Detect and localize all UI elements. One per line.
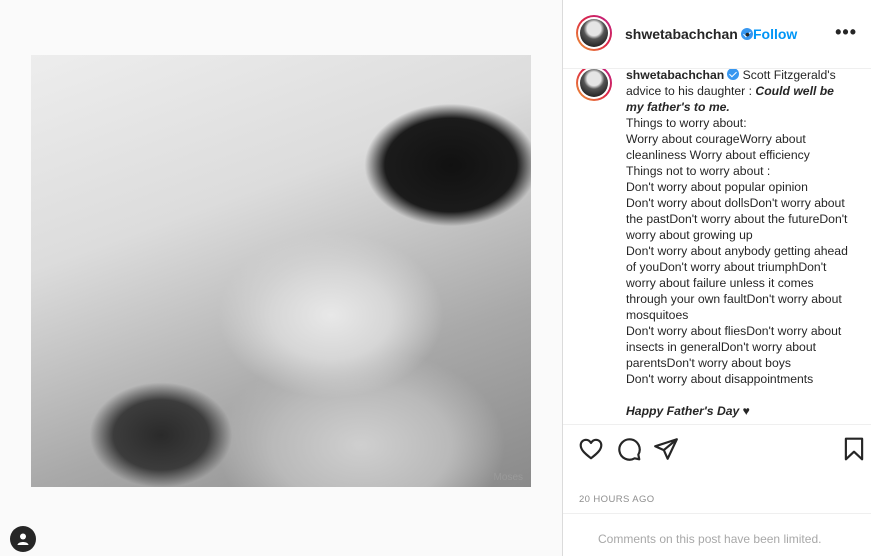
send-icon[interactable] [653,436,679,462]
post-sidebar: shwetabachchan • Follow ••• shwetabachch… [562,0,871,556]
comment-icon[interactable] [616,436,642,462]
caption-closing: Happy Father's Day ♥ [626,404,750,418]
caption-username[interactable]: shwetabachchan [626,69,740,82]
caption-username-text[interactable]: shwetabachchan [626,69,724,82]
caption-author-avatar[interactable] [576,69,612,101]
photo-watermark: Moses [493,472,523,483]
comments-limited-text: Comments on this post have been limited. [598,532,822,546]
post-header: shwetabachchan • Follow ••• [563,0,871,69]
caption-area: shwetabachchan Scott Fitzgerald's advice… [563,69,871,424]
post-timestamp[interactable]: 20 HOURS AGO [579,494,655,505]
caption-line: Don't worry about popular opinion [626,180,808,194]
caption-line: Things not to worry about : [626,164,771,178]
bookmark-icon[interactable] [841,436,867,462]
comments-limited-notice: Comments on this post have been limited. [563,513,871,556]
follow-button[interactable]: Follow [753,26,797,42]
caption-line: Don't worry about fliesDon't worry about… [626,324,842,370]
person-icon [17,533,29,545]
author-username[interactable]: shwetabachchan [625,26,753,42]
caption-line: Don't worry about dollsDon't worry about… [626,196,848,242]
action-bar [563,424,871,472]
author-avatar[interactable] [576,15,612,51]
author-username-text[interactable]: shwetabachchan [625,26,738,42]
post-caption: shwetabachchan Scott Fitzgerald's advice… [626,69,848,419]
post-photo[interactable]: Moses [31,55,531,487]
header-separator: • [745,26,750,42]
caption-line: Worry about courageWorry about cleanline… [626,132,810,162]
caption-line: Things to worry about: [626,116,747,130]
verified-badge-icon [727,69,740,80]
heart-icon[interactable] [578,436,604,462]
caption-line: Don't worry about anybody getting ahead … [626,244,848,322]
user-avatar-icon[interactable] [10,526,36,552]
caption-line: Don't worry about disappointments [626,372,814,386]
more-options-icon[interactable]: ••• [835,22,857,43]
media-pane: Moses [0,0,562,556]
